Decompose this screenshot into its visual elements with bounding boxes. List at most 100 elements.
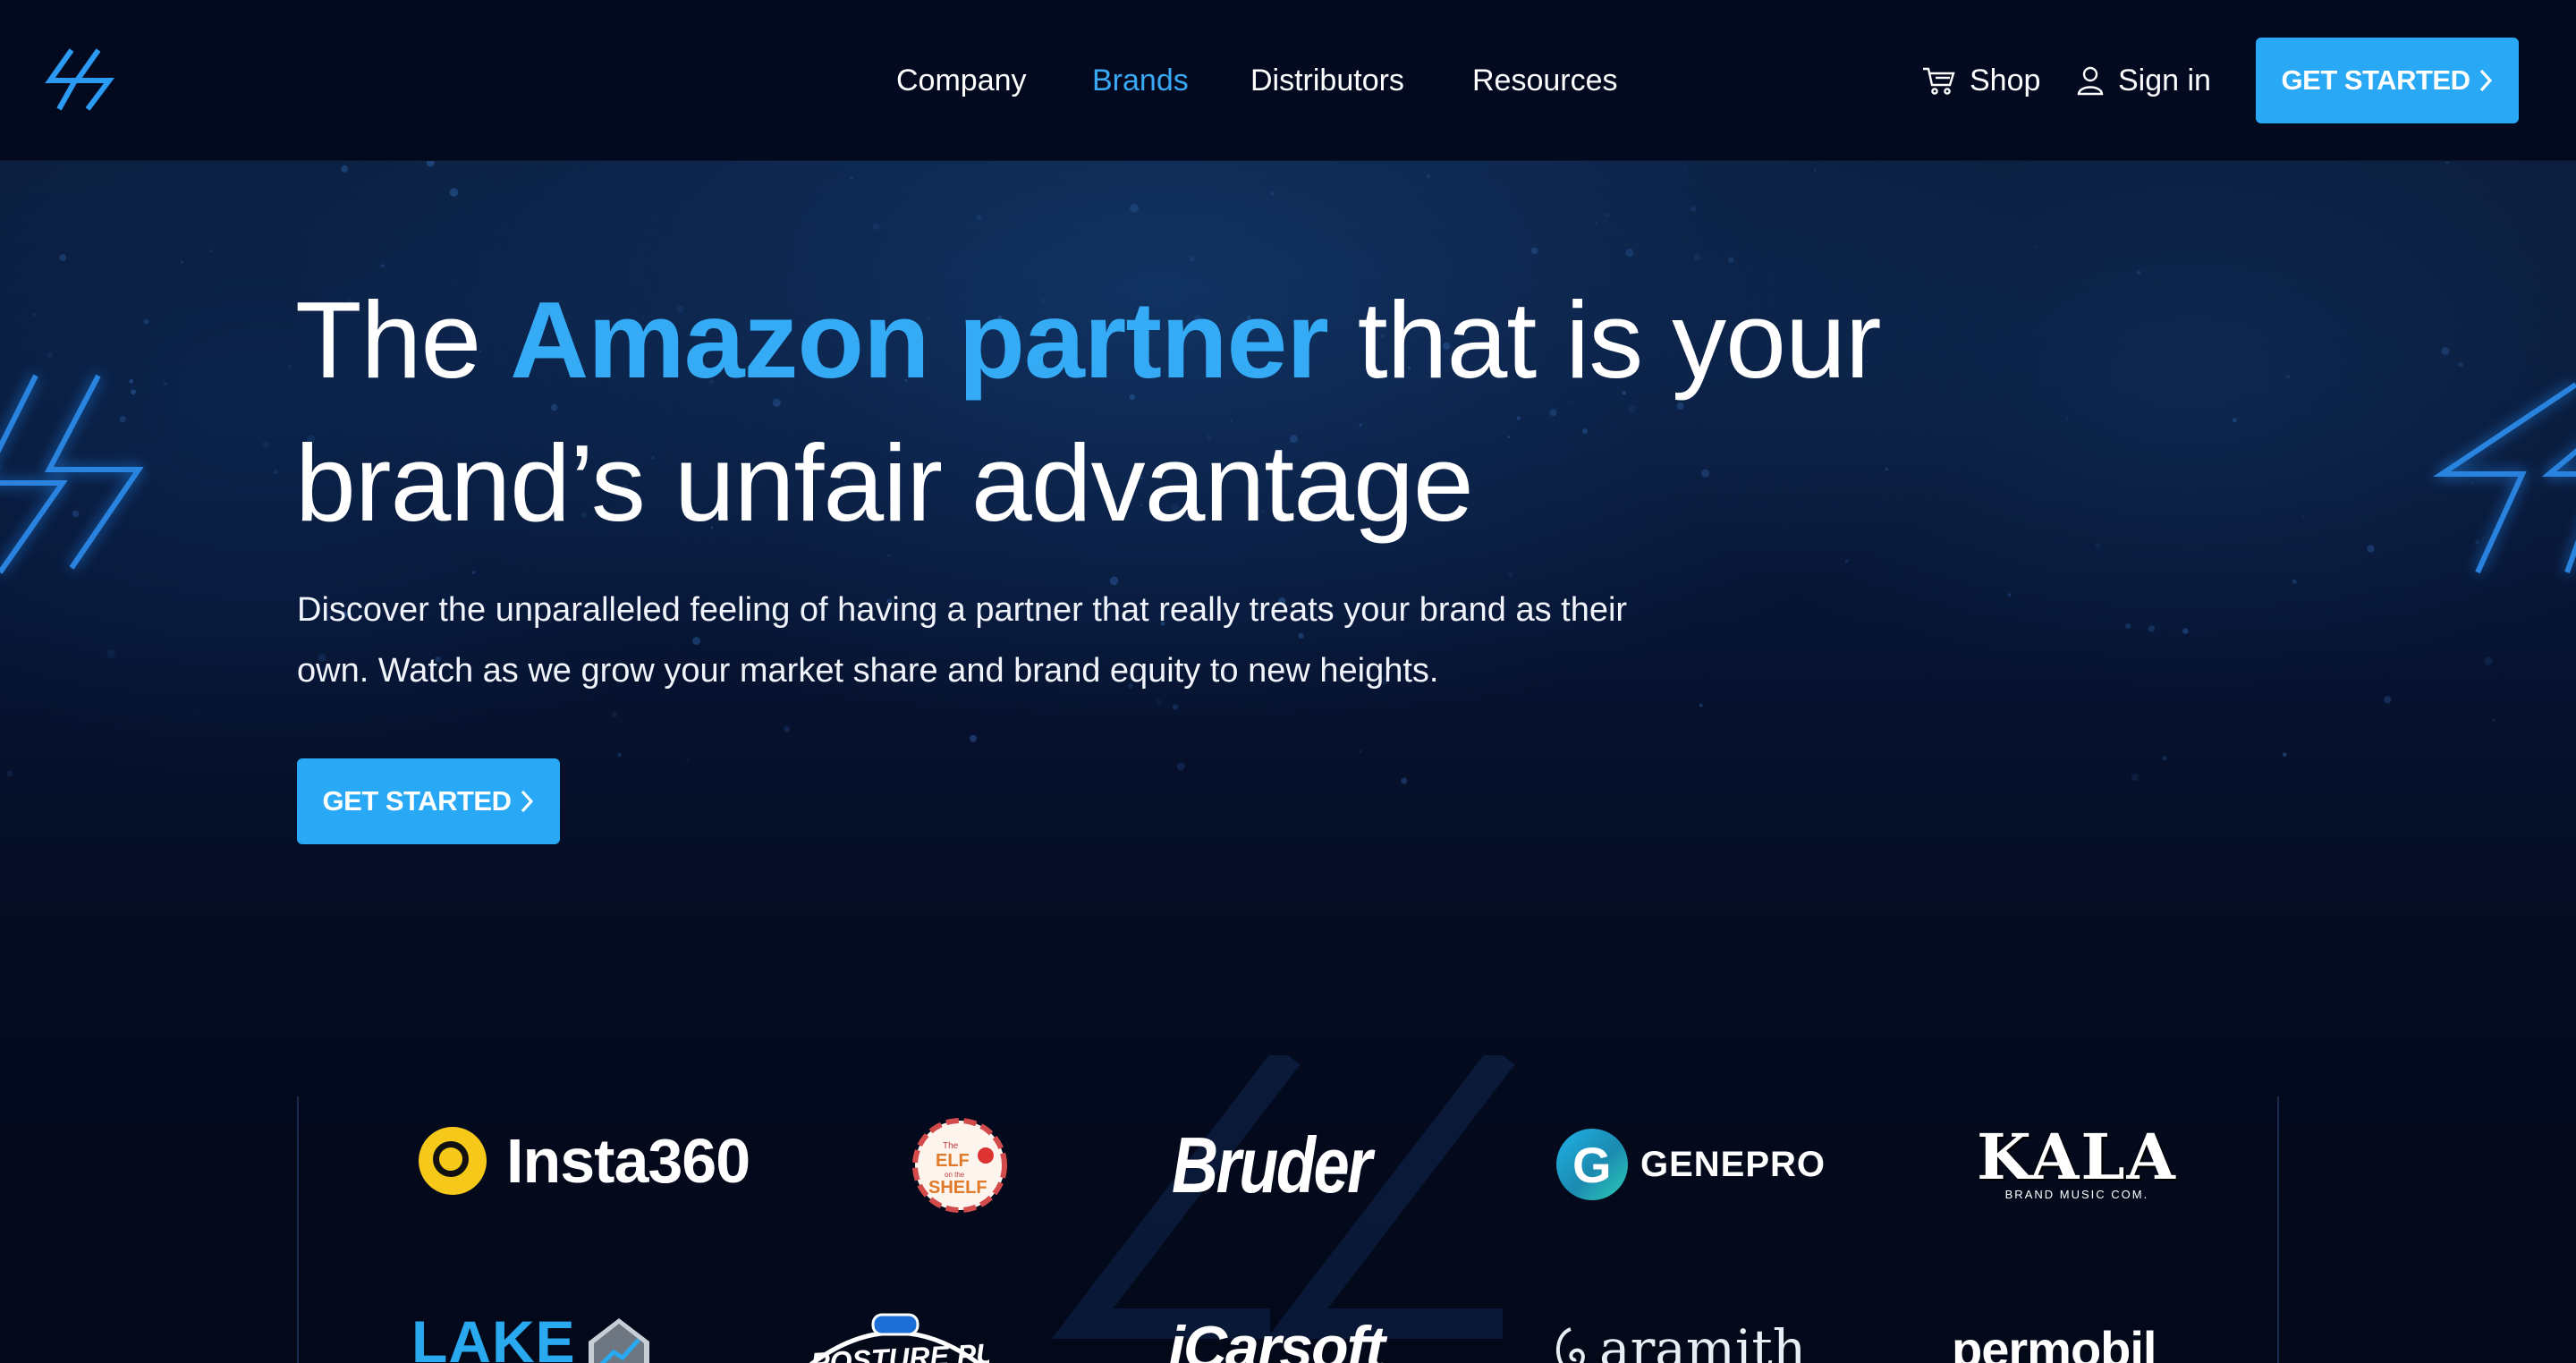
nav-distributors[interactable]: Distributors [1250, 61, 1404, 100]
star-dot [33, 313, 37, 317]
get-started-label: GET STARTED [322, 785, 512, 817]
brand-logo-posture-pump: POSTURE PUMP [809, 1313, 989, 1363]
star-dot [2445, 161, 2450, 165]
star-dot [208, 250, 212, 253]
star-dot [2367, 545, 2375, 553]
star-dot [1625, 248, 1634, 258]
shop-link[interactable]: Shop [1921, 61, 2040, 100]
star-dot [1690, 206, 1697, 212]
star-dot [380, 264, 385, 268]
star-dot [1844, 559, 1849, 563]
star-dot [427, 161, 435, 167]
star-dot [106, 649, 116, 659]
star-dot [970, 734, 977, 742]
star-dot [197, 711, 200, 715]
get-started-button-header[interactable]: GET STARTED [2256, 38, 2519, 123]
star-dot [180, 260, 183, 264]
star-dot [2282, 752, 2287, 758]
star-dot [1176, 762, 1185, 771]
star-dot [1605, 212, 1610, 217]
user-icon [2077, 66, 2104, 96]
star-dot [1172, 704, 1179, 710]
star-dot [2484, 656, 2493, 665]
star-dot [2125, 623, 2131, 630]
brand-tagline: BRAND MUSIC COM. [2004, 1188, 2149, 1201]
star-dot [262, 441, 270, 449]
star-dot [163, 382, 167, 385]
hero-headline: The Amazon partner that is your brand’s … [295, 268, 1995, 555]
star-dot [2162, 756, 2167, 761]
brand-name: aramith [1599, 1318, 1807, 1363]
brand-name: Insta360 [506, 1126, 750, 1196]
star-dot [2148, 625, 2156, 632]
star-dot [976, 215, 982, 221]
star-dot [872, 223, 879, 230]
star-dot [2301, 515, 2305, 519]
star-dot [2182, 628, 2189, 634]
star-dot [433, 182, 436, 186]
nav-company[interactable]: Company [896, 61, 1027, 100]
genepro-icon [1556, 1129, 1628, 1200]
star-dot [850, 177, 853, 180]
star-dot [143, 318, 149, 325]
cart-icon [1923, 67, 1955, 95]
get-started-button-hero[interactable]: GET STARTED [297, 758, 560, 844]
star-dot [612, 712, 618, 717]
brand-logo-elf-on-the-shelf: The ELF on the SHELF [912, 1118, 1007, 1213]
star-dot [2007, 593, 2012, 597]
star-dot [2286, 375, 2291, 379]
brand-logo-genepro: GENEPRO [1556, 1129, 1826, 1200]
star-dot [1359, 749, 1362, 753]
posture-text: POSTURE PUMP [809, 1335, 989, 1363]
star-dot [2035, 245, 2038, 249]
nav-resources[interactable]: Resources [1472, 61, 1618, 100]
bolt-logo-icon[interactable] [43, 45, 118, 114]
brand-logo-aramith: aramith [1551, 1318, 1806, 1363]
star-dot [2292, 580, 2297, 584]
chevron-right-icon [2480, 69, 2493, 92]
star-dot [1401, 777, 1408, 784]
star-dot [1507, 571, 1513, 578]
star-dot [1693, 254, 1701, 261]
site-header: Company Brands Distributors Resources Sh… [0, 0, 2576, 161]
star-dot [289, 365, 292, 368]
elf-text-elf: ELF [936, 1151, 970, 1171]
brand-name: KALA [1977, 1120, 2177, 1194]
star-dot [617, 753, 622, 758]
star-dot [1595, 222, 1597, 224]
elf-text-shelf: SHELF [928, 1178, 987, 1198]
brand-name: GENEPRO [1640, 1144, 1826, 1184]
star-dot [6, 770, 13, 777]
aramith-icon [1555, 1327, 1585, 1363]
headline-pre: The [295, 279, 511, 401]
chevron-right-icon [521, 790, 534, 813]
star-dot [784, 726, 790, 732]
get-started-label: GET STARTED [2281, 64, 2470, 96]
star-dot [2492, 718, 2496, 723]
star-dot [59, 254, 67, 261]
nav-brands[interactable]: Brands [1092, 61, 1189, 100]
headline-accent: Amazon partner [510, 279, 1329, 401]
star-dot [273, 469, 279, 475]
star-dot [1699, 703, 1703, 707]
star-dot [2384, 696, 2392, 704]
elf-text-the: The [943, 1141, 959, 1151]
signin-label: Sign in [2118, 63, 2211, 97]
star-dot [1684, 165, 1687, 167]
star-dot [2131, 774, 2139, 782]
star-dot [2095, 542, 2101, 549]
brand-logo-permobil: permobil [1952, 1321, 2157, 1363]
star-dot [1530, 247, 1538, 255]
shop-label: Shop [1970, 63, 2041, 97]
house-chart-icon [588, 1318, 649, 1363]
star-dot [449, 188, 459, 197]
bolt-decoration-left [0, 374, 144, 574]
star-dot [887, 554, 891, 557]
brand-logo-lake: LAKE [411, 1308, 655, 1363]
insta360-icon [419, 1127, 487, 1195]
star-dot [2136, 270, 2141, 275]
star-dot [1728, 257, 1734, 263]
signin-link[interactable]: Sign in [2077, 61, 2211, 100]
hero-subtext: Discover the unparalleled feeling of hav… [297, 591, 1628, 690]
star-dot [471, 571, 476, 575]
